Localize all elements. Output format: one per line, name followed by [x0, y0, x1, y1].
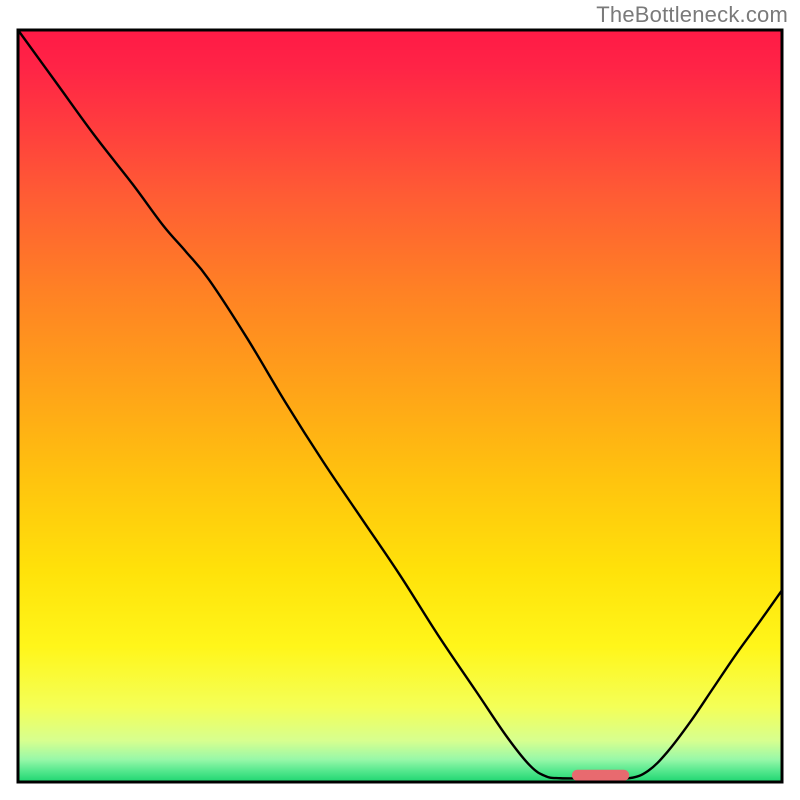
chart-container: TheBottleneck.com [0, 0, 800, 800]
gradient-background [18, 30, 782, 782]
optimal-range-marker [572, 770, 629, 781]
watermark-text: TheBottleneck.com [596, 2, 788, 28]
bottleneck-chart [0, 0, 800, 800]
